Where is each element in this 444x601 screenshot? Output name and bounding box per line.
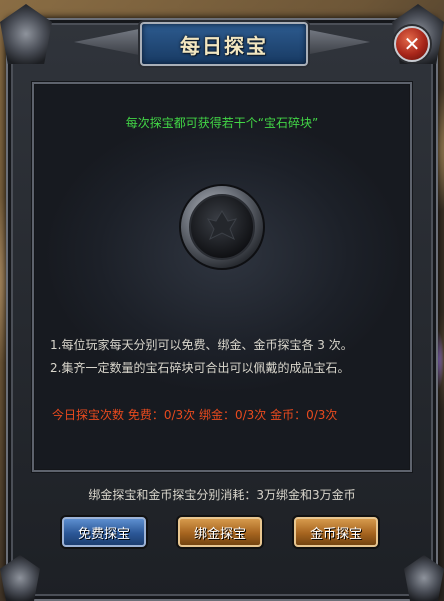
dialog-title: 每日探宝 xyxy=(180,33,268,58)
reward-hint: 每次探宝都可获得若干个“宝石碎块” xyxy=(125,116,319,130)
gold-explore-button[interactable]: 金币探宝 xyxy=(294,517,378,547)
close-button[interactable]: ✕ xyxy=(394,26,430,62)
title-plate: 每日探宝 xyxy=(140,22,308,66)
daily-attempt-counts: 今日探宝次数 免费：0/3次 绑金：0/3次 金币：0/3次 xyxy=(52,408,338,422)
bound-gold-explore-button[interactable]: 绑金探宝 xyxy=(178,517,262,547)
rule-line-1: 1.每位玩家每天分别可以免费、绑金、金币探宝各 3 次。 xyxy=(50,338,353,352)
close-icon: ✕ xyxy=(403,32,421,56)
rule-line-2: 2.集齐一定数量的宝石碎块可合出可以佩戴的成品宝石。 xyxy=(50,361,350,375)
gem-socket-icon xyxy=(178,183,266,271)
cost-info: 绑金探宝和金币探宝分别消耗：3万绑金和3万金币 xyxy=(88,488,356,502)
free-explore-button[interactable]: 免费探宝 xyxy=(62,517,146,547)
gem-socket-graphic xyxy=(179,184,265,270)
